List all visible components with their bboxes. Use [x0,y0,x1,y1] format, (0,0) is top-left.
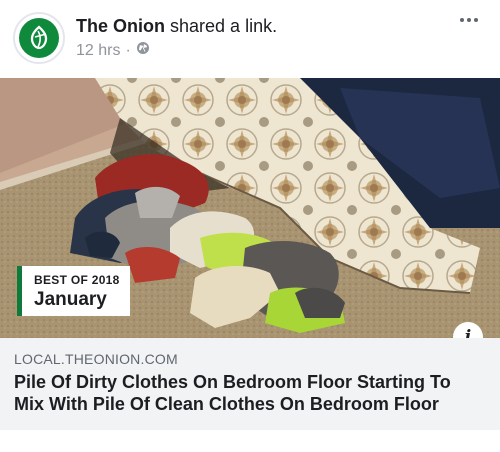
more-options-icon[interactable] [454,10,484,30]
author-name[interactable]: The Onion [76,16,165,36]
link-caption[interactable]: LOCAL.THEONION.COM Pile Of Dirty Clothes… [0,338,500,430]
best-of-badge: BEST OF 2018 January [17,266,130,316]
meta-separator: · [125,41,131,59]
badge-title: January [34,289,107,310]
post-header: The Onion shared a link. 12 hrs · [0,0,500,78]
globe-icon [136,41,150,60]
link-title[interactable]: Pile Of Dirty Clothes On Bedroom Floor S… [14,371,484,415]
dot [460,18,464,22]
link-preview-image[interactable]: BEST OF 2018 January i [0,78,500,338]
author-line: The Onion shared a link. [76,16,277,36]
post-action-text: shared a link. [170,16,278,36]
post-meta: 12 hrs · [76,41,150,60]
onion-logo-icon [19,18,59,58]
link-domain: LOCAL.THEONION.COM [14,351,178,367]
page-avatar[interactable] [13,12,65,64]
dot [467,18,471,22]
post-timestamp[interactable]: 12 hrs [76,42,120,60]
badge-subtitle: BEST OF 2018 [34,273,120,287]
dot [474,18,478,22]
